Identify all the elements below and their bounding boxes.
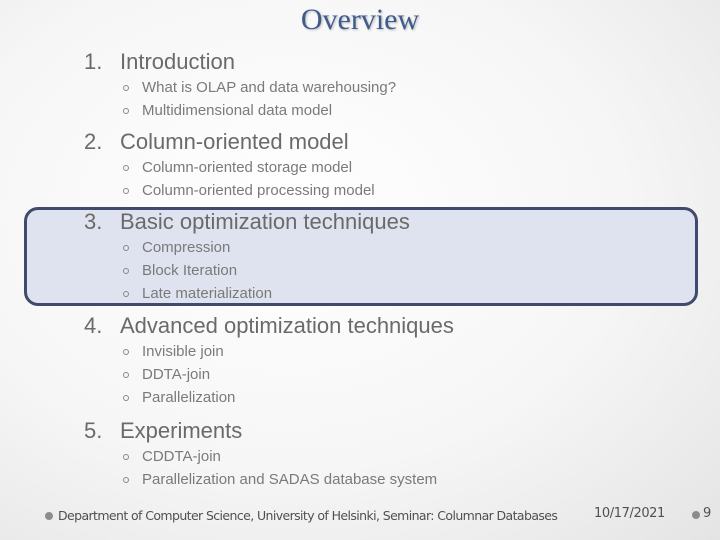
list-item-label: Compression [142, 239, 231, 256]
bullet-circle-icon [123, 291, 129, 297]
bullet-circle-icon [123, 245, 129, 251]
section-heading: Introduction [120, 49, 235, 74]
list-item-label: Parallelization and SADAS database syste… [142, 471, 438, 488]
footer-date: 10/17/2021 [594, 506, 665, 521]
bullet-circle-icon [123, 85, 129, 91]
section-number: 3. [84, 209, 103, 234]
slide: Overview 1. Introduction What is OLAP an… [0, 0, 720, 540]
bullet-circle-icon [123, 165, 129, 171]
list-item: Column-oriented processing model [0, 180, 720, 203]
list-item: DDTA-join [0, 364, 720, 387]
section-heading: Advanced optimization techniques [120, 313, 454, 338]
section-number: 1. [84, 49, 103, 74]
list-item-label: Block Iteration [142, 262, 238, 279]
list-item-label: Late materialization [142, 285, 273, 302]
section-advanced-optimization: 4. Advanced optimization techniques Invi… [0, 311, 720, 410]
section-experiments: 5. Experiments CDDTA-join Parallelizatio… [0, 416, 720, 492]
section-heading: Experiments [120, 418, 243, 443]
list-item: Parallelization and SADAS database syste… [0, 469, 720, 492]
footer-text: Department of Computer Science, Universi… [58, 508, 558, 523]
list-item-label: Parallelization [142, 389, 236, 406]
list-item: Column-oriented storage model [0, 157, 720, 180]
bullet-circle-icon [123, 108, 129, 114]
list-item: Late materialization [0, 283, 720, 306]
list-item: Multidimensional data model [0, 100, 720, 123]
list-item: What is OLAP and data warehousing? [0, 77, 720, 100]
section-number: 2. [84, 129, 103, 154]
list-item-label: Column-oriented processing model [142, 182, 375, 199]
bullet-circle-icon [123, 188, 129, 194]
page-number: 9 [703, 506, 712, 521]
list-item: Block Iteration [0, 260, 720, 283]
list-item-label: CDDTA-join [142, 448, 221, 465]
list-item: CDDTA-join [0, 446, 720, 469]
bullet-circle-icon [123, 268, 129, 274]
section-heading: Column-oriented model [120, 129, 349, 154]
list-item: Invisible join [0, 341, 720, 364]
list-item: Parallelization [0, 387, 720, 410]
bullet-circle-icon [123, 372, 129, 378]
bullet-circle-icon [123, 477, 129, 483]
section-number: 5. [84, 418, 103, 443]
bullet-circle-icon [123, 349, 129, 355]
section-basic-optimization: 3. Basic optimization techniques Compres… [0, 207, 720, 306]
bullet-circle-icon [123, 454, 129, 460]
list-item-label: Multidimensional data model [142, 102, 333, 119]
bullet-circle-icon [123, 395, 129, 401]
section-introduction: 1. Introduction What is OLAP and data wa… [0, 47, 720, 123]
list-item: Compression [0, 237, 720, 260]
list-item-label: Invisible join [142, 343, 224, 360]
section-column-oriented-model: 2. Column-oriented model Column-oriented… [0, 127, 720, 203]
section-heading: Basic optimization techniques [120, 209, 410, 234]
slide-footer: Department of Computer Science, Universi… [0, 505, 720, 527]
section-number: 4. [84, 313, 103, 338]
slide-title: Overview [300, 3, 420, 36]
list-item-label: DDTA-join [142, 366, 211, 383]
page-dot-icon [692, 511, 700, 519]
footer-dot-icon [45, 512, 53, 520]
list-item-label: What is OLAP and data warehousing? [142, 79, 397, 96]
list-item-label: Column-oriented storage model [142, 159, 353, 176]
